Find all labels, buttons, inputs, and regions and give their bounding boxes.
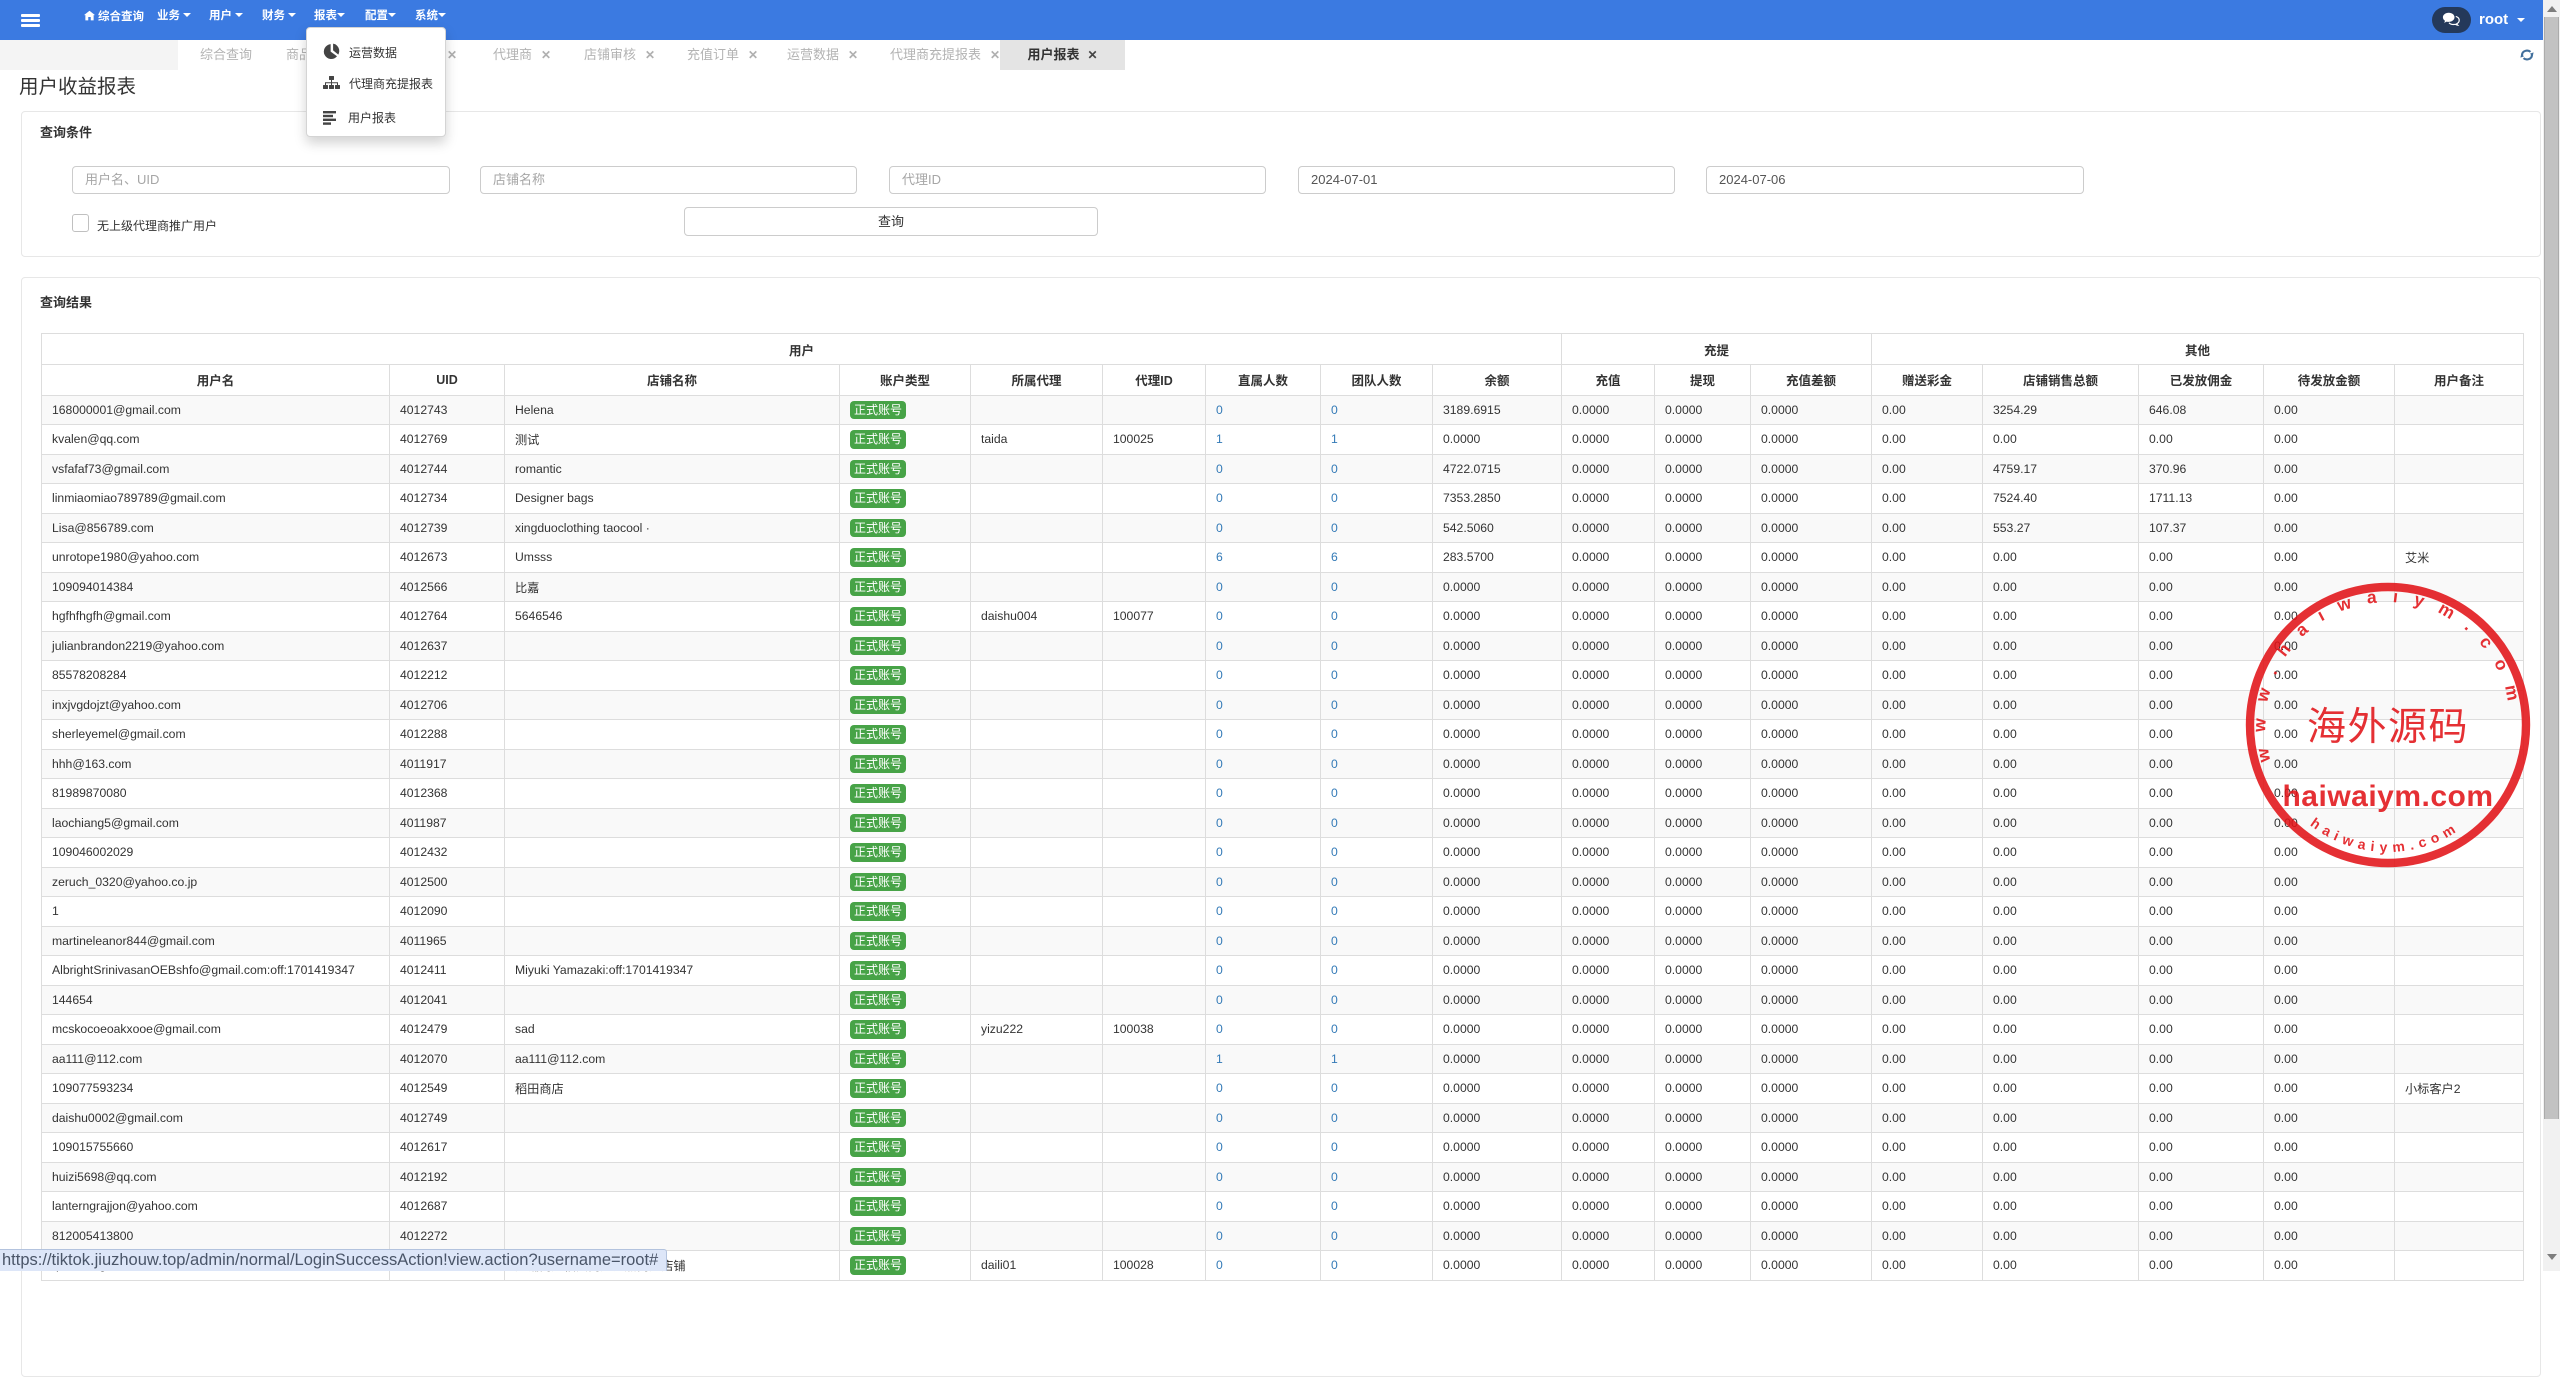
svg-text:海外源码: 海外源码 [2307,696,2469,752]
svg-text:haiwaiym.com: haiwaiym.com [2282,780,2493,813]
